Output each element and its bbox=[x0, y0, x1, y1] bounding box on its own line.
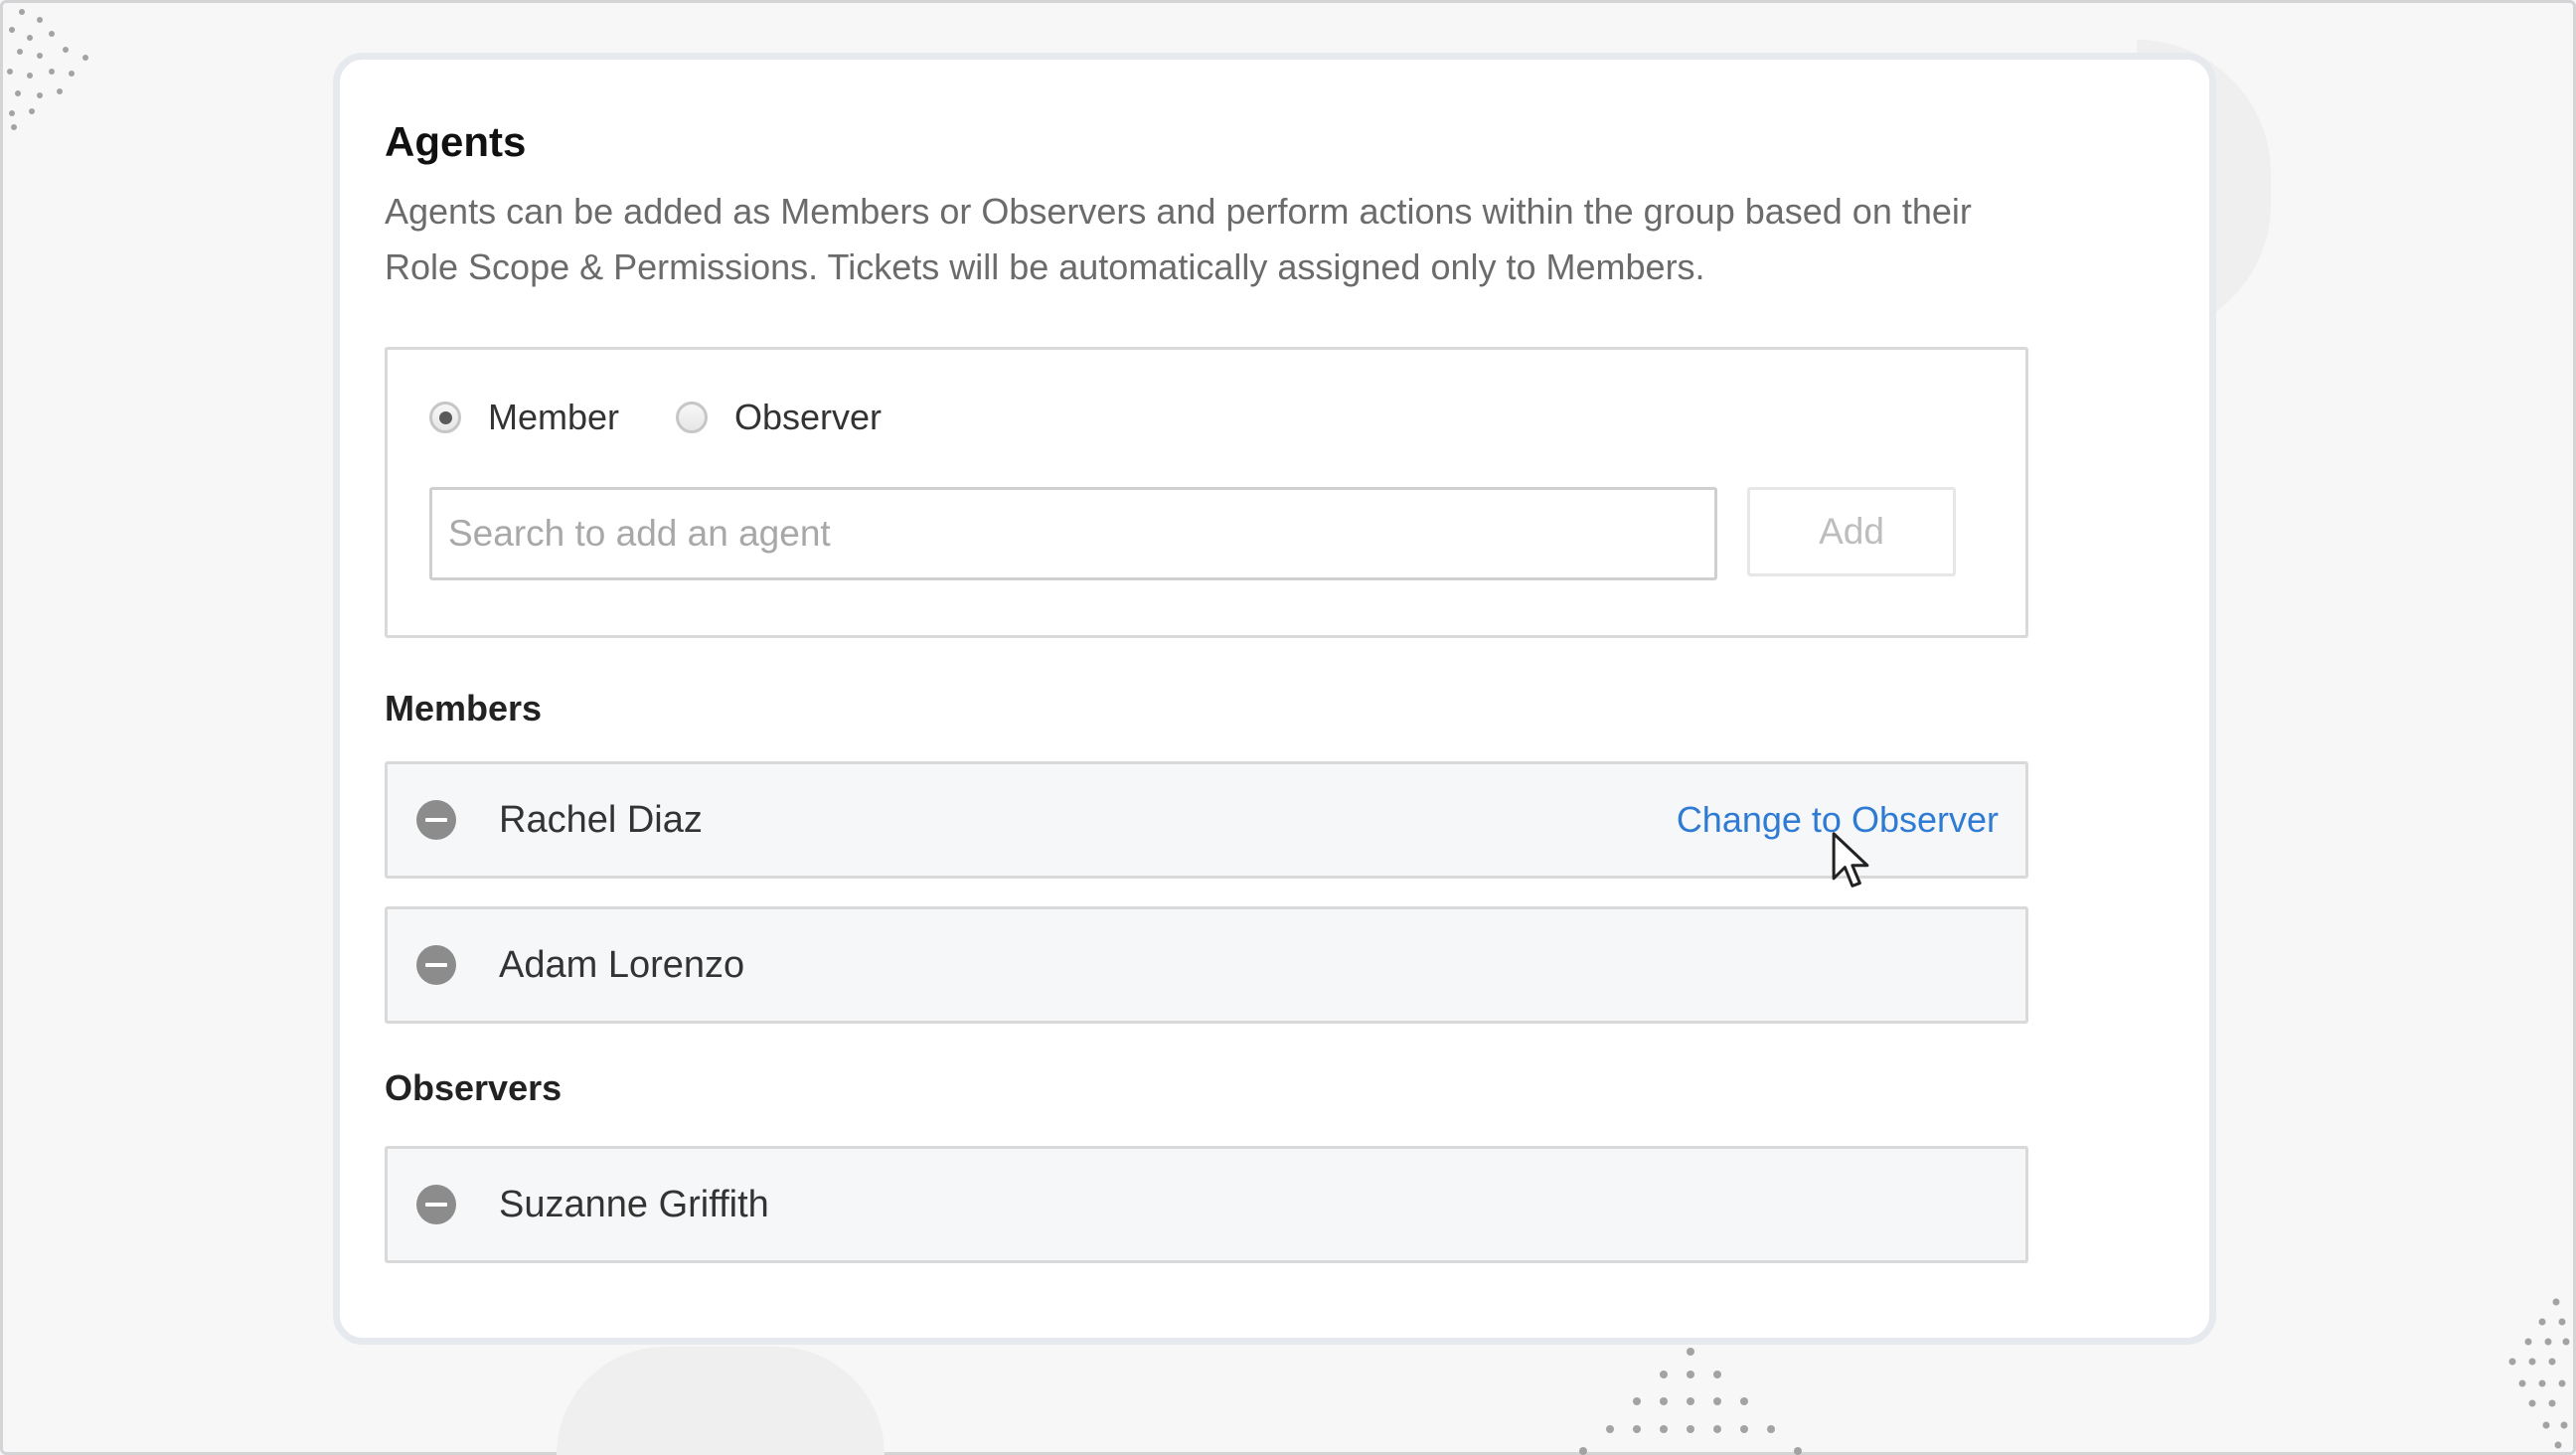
background-circle-bottom bbox=[557, 1347, 885, 1455]
observer-radio-label: Observer bbox=[734, 397, 883, 437]
observers-heading: Observers bbox=[385, 1067, 563, 1108]
member-radio-button[interactable] bbox=[429, 402, 461, 433]
agent-name: Suzanne Griffith bbox=[499, 1184, 769, 1225]
members-heading: Members bbox=[385, 688, 543, 728]
member-radio-option[interactable]: Member bbox=[429, 400, 619, 435]
agents-card: Agents Agents can be added as Members or… bbox=[333, 53, 2216, 1345]
add-agent-button[interactable]: Add bbox=[1747, 487, 1956, 576]
agents-title: Agents bbox=[385, 118, 527, 165]
observer-row: Suzanne Griffith bbox=[385, 1146, 2028, 1263]
member-radio-label: Member bbox=[488, 397, 620, 437]
mouse-pointer-icon bbox=[1832, 832, 1869, 888]
agent-search-input[interactable] bbox=[429, 487, 1717, 580]
minus-circle-icon[interactable] bbox=[416, 945, 456, 985]
minus-circle-icon[interactable] bbox=[416, 1185, 456, 1224]
observer-radio-option[interactable]: Observer bbox=[676, 400, 882, 435]
agent-name: Rachel Diaz bbox=[499, 799, 703, 841]
member-row: Rachel Diaz Change to Observer bbox=[385, 761, 2028, 879]
agents-description: Agents can be added as Members or Observ… bbox=[385, 191, 1972, 287]
dot-pattern-top-left bbox=[7, 9, 88, 130]
observer-radio-button[interactable] bbox=[676, 402, 708, 433]
member-row: Adam Lorenzo bbox=[385, 906, 2028, 1024]
dot-pattern-bottom-center bbox=[1579, 1348, 1802, 1455]
minus-circle-icon[interactable] bbox=[416, 800, 456, 840]
add-agent-panel: Member Observer Add bbox=[385, 347, 2028, 638]
dot-pattern-bottom-right bbox=[2508, 1298, 2570, 1449]
agent-name: Adam Lorenzo bbox=[499, 944, 745, 986]
